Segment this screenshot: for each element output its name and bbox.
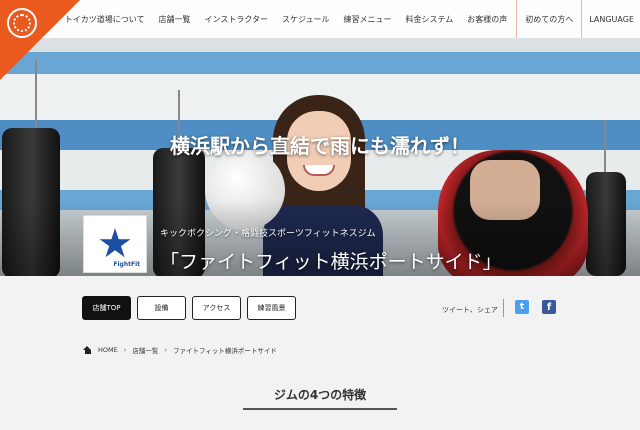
gym-logo: ★ FightFit — [83, 215, 147, 273]
breadcrumb-stores[interactable]: 店舗一覧 — [132, 345, 158, 355]
home-icon — [83, 346, 92, 354]
hero-subtitle: キックボクシング・格闘技スポーツフィットネスジム — [160, 229, 376, 239]
wall-stripe — [0, 52, 640, 74]
nav-first-time[interactable]: 初めての方へ — [516, 0, 583, 38]
nav-pricing[interactable]: 料金システム — [398, 14, 460, 25]
nav-language[interactable]: LANGUAGE — [582, 15, 640, 24]
logo-emblem-icon — [13, 14, 31, 32]
nav-instructors[interactable]: インストラクター — [198, 14, 276, 25]
tab-facilities[interactable]: 設備 — [137, 296, 186, 320]
hero-headline: 横浜駅から直結で雨にも濡れず！ — [170, 134, 470, 158]
nav-menu[interactable]: 練習メニュー — [336, 14, 398, 25]
star-icon: ★ — [97, 221, 133, 267]
site-logo[interactable] — [7, 8, 37, 38]
facebook-icon[interactable]: f — [542, 300, 556, 314]
nav-stores[interactable]: 店舗一覧 — [152, 14, 198, 25]
nav-testimonials[interactable]: お客様の声 — [460, 14, 514, 25]
gym-name: 「ファイトフィット横浜ポートサイド」 — [160, 251, 502, 273]
nav-about[interactable]: トイカツ道場について — [58, 14, 152, 25]
gym-logo-text: FightFit — [113, 261, 140, 268]
breadcrumb-current: ファイトフィット横浜ポートサイド — [172, 347, 277, 355]
breadcrumb: HOME › 店舗一覧 › ファイトフィット横浜ポートサイド — [83, 345, 277, 355]
tab-practice-scenes[interactable]: 練習風景 — [247, 296, 296, 320]
twitter-icon[interactable]: t — [515, 300, 529, 314]
tab-store-top[interactable]: 店舗TOP — [82, 296, 131, 320]
breadcrumb-separator: › — [164, 346, 167, 354]
section-title: ジムの4つの特徴 — [273, 388, 367, 402]
breadcrumb-home[interactable]: HOME — [98, 346, 118, 354]
main-nav: トイカツ道場について 店舗一覧 インストラクター スケジュール 練習メニュー 料… — [58, 0, 640, 38]
share-divider — [503, 299, 504, 317]
share-label: ツイート、シェア — [442, 306, 498, 314]
section-title-underline — [243, 408, 397, 410]
store-tabs: 店舗TOP 設備 アクセス 練習風景 — [82, 296, 296, 320]
hero-banner: 横浜駅から直結で雨にも濡れず！ ★ FightFit キックボクシング・格闘技ス… — [0, 0, 640, 276]
breadcrumb-separator: › — [123, 346, 127, 354]
tab-access[interactable]: アクセス — [192, 296, 241, 320]
nav-schedule[interactable]: スケジュール — [275, 14, 336, 25]
